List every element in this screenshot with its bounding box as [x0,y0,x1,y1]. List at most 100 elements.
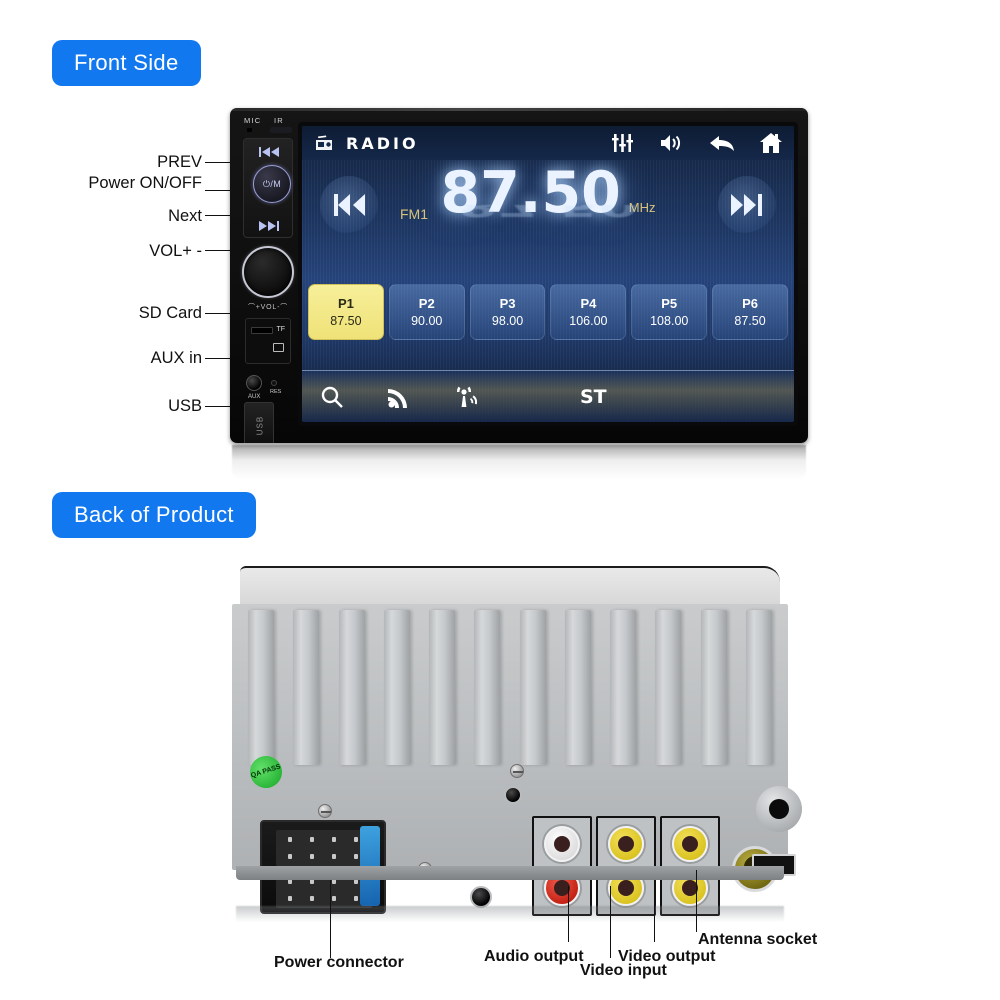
antenna-scan-icon[interactable] [454,385,478,409]
touchscreen-display[interactable]: RADIO FM1 87.50 MHz 87.50 P1 87.50 P2 90… [302,126,794,422]
preset-frequency: 98.00 [491,314,524,328]
equalizer-icon[interactable] [612,134,634,152]
home-icon[interactable] [760,133,782,153]
volume-knob[interactable] [242,246,294,298]
heatsink-fin [429,610,456,765]
callout-power-connector: Power connector [274,954,404,971]
heatsink-fin [519,610,546,765]
preset-button[interactable]: P4 106.00 [550,284,627,340]
heatsink-fin [248,610,274,765]
power-button-label: ⏻/M [262,178,282,189]
heatsink-fin [474,610,501,765]
volume-icon[interactable] [660,134,684,152]
display-bezel: RADIO FM1 87.50 MHz 87.50 P1 87.50 P2 90… [298,122,798,426]
chassis-hole [470,886,492,908]
stereo-indicator[interactable]: ST [580,386,607,408]
preset-frequency: 108.00 [650,314,689,328]
rear-mounting-boss [756,786,802,832]
microphone-hole [247,128,252,132]
chassis-hole [504,786,522,804]
usb-port[interactable]: USB [244,402,274,443]
preset-button[interactable]: P5 108.00 [631,284,708,340]
heatsink-fin [383,610,410,765]
back-unit-reflection [236,906,784,922]
source-label: RADIO [346,133,419,153]
volume-knob-label: ⌒+VOL-⌒ [247,304,289,311]
power-mode-button[interactable]: ⏻/M [253,165,291,203]
callout-antenna-socket: Antenna socket [698,931,818,948]
card-outline-icon [273,343,284,352]
preset-number: P2 [418,296,435,311]
preset-button[interactable]: P3 98.00 [469,284,546,340]
transport-button-cluster: ⏻/M [243,138,293,238]
car-stereo-back-panel: QA PASS [232,566,802,916]
heatsink-fin [293,610,320,765]
sd-slot-opening [251,327,273,334]
heatsink-fins [248,610,772,765]
heatsink-fin [700,610,727,765]
ir-receiver-window [270,127,292,133]
heatsink-fin [610,610,637,765]
callout-sd: SD Card [138,304,202,322]
leader-line-video-input [610,886,611,958]
preset-button[interactable]: P6 87.50 [712,284,788,340]
preset-button[interactable]: P2 90.00 [388,284,465,340]
callout-usb: USB [168,397,202,415]
section-badge-back-of-product: Back of Product [52,492,256,538]
callout-video-output: Video output [618,948,716,965]
heatsink-fin [745,610,772,765]
reset-button[interactable] [271,380,277,386]
callout-power: Power ON/OFF [88,174,202,192]
signal-icon[interactable] [388,386,410,408]
seek-up-button[interactable] [718,176,776,234]
preset-number: P6 [742,296,758,311]
tf-label: TF [276,326,285,333]
product-diagram-page: Front Side PREV Power ON/OFF Next VOL+ -… [0,0,1000,1000]
reset-label: RES [270,389,282,395]
mic-label: MIC [244,116,262,125]
preset-frequency: 87.50 [734,314,766,328]
heatsink-fin [338,610,365,765]
chassis-screw [510,764,524,778]
leader-line-antenna-socket [696,870,697,932]
chassis-bottom-edge [236,866,784,880]
rca-jack-yellow[interactable] [672,826,708,862]
aux-label: AUX [248,394,261,400]
screen-top-bar: RADIO [302,126,794,160]
rca-jack-white[interactable] [544,826,580,862]
heatsink-fin [564,610,591,765]
leader-line-video-output [654,886,655,942]
back-icon[interactable] [710,134,734,152]
search-icon[interactable] [320,385,344,409]
callout-aux: AUX in [150,349,202,367]
tuner-area: FM1 87.50 MHz 87.50 [302,160,794,280]
chassis-top-face [240,566,780,608]
preset-frequency: 90.00 [411,314,443,328]
callout-next: Next [168,207,202,225]
preset-number: P1 [337,296,354,311]
iso-pin-block-upper [276,830,372,866]
preset-button[interactable]: P1 87.50 [308,284,384,340]
preset-frequency: 106.00 [569,314,608,328]
callout-vol: VOL+ - [149,242,202,260]
preset-frequency: 87.50 [330,314,362,328]
leader-line-audio-output [568,886,569,942]
preset-number: P3 [499,296,516,311]
hardware-control-column: ⏻/M ⌒+VOL-⌒ TF RES AUX USB [240,138,296,443]
car-stereo-front-unit: MIC IR ⏻/M ⌒+VOL-⌒ TF RES AUX USB RADIO … [230,108,808,443]
chassis-screw [318,804,332,818]
usb-port-label: USB [255,415,265,436]
screen-bottom-bar: ST [302,370,794,422]
callout-prev: PREV [157,153,202,171]
front-unit-reflection [232,445,806,479]
sd-card-slot[interactable]: TF [245,318,291,364]
preset-number: P4 [580,296,597,311]
preset-button-row: P1 87.50 P2 90.00 P3 98.00 P4 106.00 P5 … [308,284,788,340]
leader-line-power-connector [330,880,331,958]
callout-audio-output: Audio output [484,948,584,965]
prev-track-icon[interactable] [244,147,294,160]
chassis-rear-face: QA PASS [232,604,802,916]
next-track-icon[interactable] [244,221,294,234]
aux-input-jack[interactable] [246,375,262,391]
rca-jack-yellow[interactable] [608,826,644,862]
